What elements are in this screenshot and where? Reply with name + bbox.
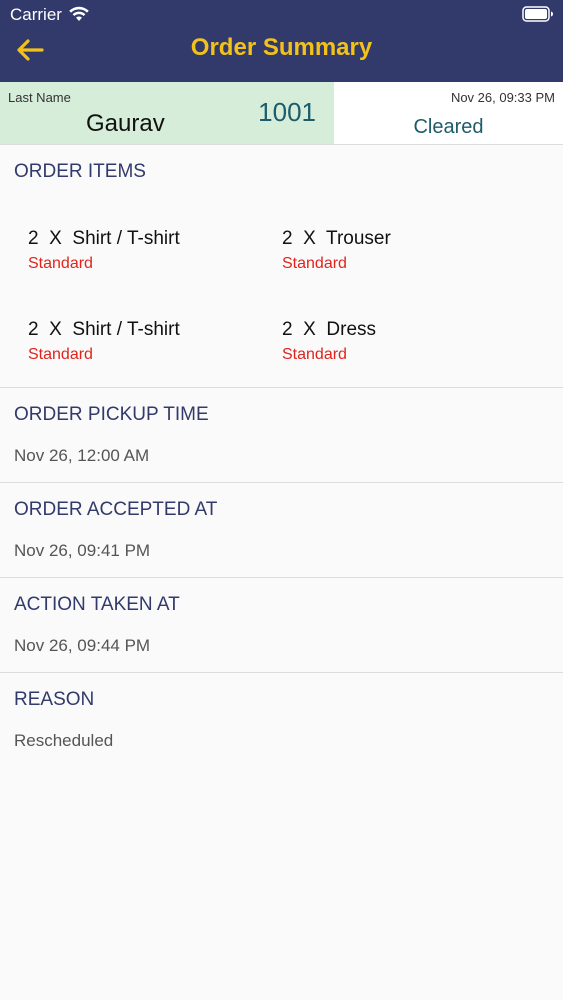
item-name: Dress [326, 319, 377, 340]
page-title: Order Summary [190, 34, 373, 61]
back-button[interactable] [10, 34, 50, 66]
battery-icon [522, 6, 553, 22]
last-name-label: Last Name [8, 90, 71, 105]
action-taken-value: Nov 26, 09:44 PM [14, 636, 151, 655]
order-item-line: 2 X Dress [282, 319, 532, 341]
back-arrow-icon [17, 39, 44, 61]
pickup-time-value: Nov 26, 12:00 AM [14, 446, 150, 465]
order-datetime: Nov 26, 09:33 PM [450, 90, 555, 105]
item-service-type: Standard [28, 255, 93, 272]
item-quantity: 2 [28, 228, 39, 249]
divider [0, 672, 563, 673]
item-quantity: 2 [282, 228, 293, 249]
item-separator: X [49, 319, 62, 340]
reason-title: REASON [14, 689, 95, 710]
customer-panel: Last Name Gaurav 1001 [0, 82, 334, 144]
order-info-bar: Last Name Gaurav 1001 Nov 26, 09:33 PM C… [0, 82, 563, 145]
order-items-title: ORDER ITEMS [14, 161, 146, 182]
order-item-line: 2 X Shirt / T-shirt [28, 228, 278, 250]
item-name: Shirt / T-shirt [72, 228, 180, 249]
item-separator: X [49, 228, 62, 249]
status-bar: Carrier [0, 0, 563, 30]
order-item: 2 X Dress Standard [282, 319, 532, 364]
item-name: Trouser [326, 228, 391, 249]
last-name-value: Gaurav [86, 110, 165, 137]
item-quantity: 2 [28, 319, 39, 340]
order-item: 2 X Shirt / T-shirt Standard [28, 319, 278, 364]
order-item: 2 X Trouser Standard [282, 228, 532, 273]
item-service-type: Standard [282, 255, 347, 272]
divider [0, 482, 563, 483]
item-quantity: 2 [282, 319, 293, 340]
divider [0, 387, 563, 388]
item-service-type: Standard [282, 346, 347, 363]
action-taken-title: ACTION TAKEN AT [14, 594, 180, 615]
reason-value: Rescheduled [14, 731, 114, 750]
order-status: Cleared [413, 116, 484, 138]
item-separator: X [303, 228, 316, 249]
item-separator: X [303, 319, 316, 340]
accepted-at-title: ORDER ACCEPTED AT [14, 499, 218, 520]
item-name: Shirt / T-shirt [72, 319, 180, 340]
accepted-at-value: Nov 26, 09:41 PM [14, 541, 151, 560]
carrier-label: Carrier [10, 5, 62, 24]
app-header: Carrier Order Summary [0, 0, 563, 82]
divider [0, 577, 563, 578]
order-number: 1001 [258, 97, 316, 127]
order-item-line: 2 X Shirt / T-shirt [28, 319, 278, 341]
wifi-icon [69, 6, 89, 21]
order-item: 2 X Shirt / T-shirt Standard [28, 228, 278, 273]
order-item-line: 2 X Trouser [282, 228, 532, 250]
item-service-type: Standard [28, 346, 93, 363]
pickup-time-title: ORDER PICKUP TIME [14, 404, 209, 425]
